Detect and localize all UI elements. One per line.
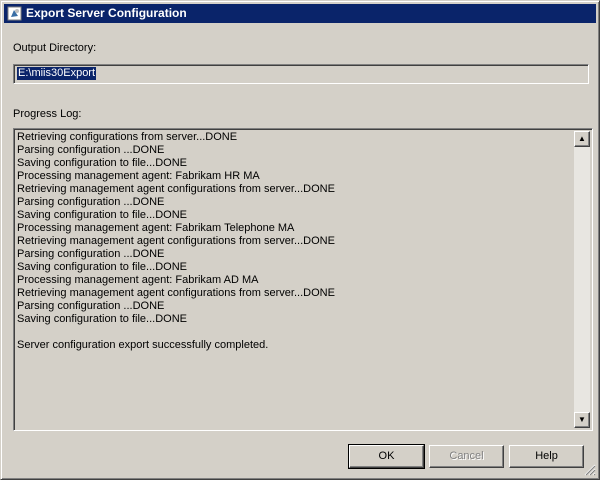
log-line: Saving configuration to file...DONE: [17, 261, 187, 273]
output-directory-value: E:\miis30Export: [17, 67, 97, 80]
log-line: Processing management agent: Fabrikam Te…: [17, 222, 295, 234]
log-line: Processing management agent: Fabrikam HR…: [17, 170, 260, 182]
export-server-configuration-dialog: Export Server Configuration Output Direc…: [0, 0, 600, 480]
log-line: Parsing configuration ...DONE: [17, 300, 165, 312]
output-directory-field[interactable]: E:\miis30Export: [13, 64, 589, 84]
log-scrollbar[interactable]: ▲ ▼: [574, 131, 590, 428]
log-line: Retrieving configurations from server...…: [17, 131, 238, 143]
scroll-down-arrow-icon[interactable]: ▼: [574, 412, 590, 428]
progress-log-area[interactable]: Retrieving configurations from server...…: [13, 128, 593, 431]
log-line: Parsing configuration ...DONE: [17, 144, 165, 156]
log-line: Retrieving management agent configuratio…: [17, 235, 335, 247]
log-line: Saving configuration to file...DONE: [17, 313, 187, 325]
title-bar[interactable]: Export Server Configuration: [4, 4, 596, 23]
log-line: Retrieving management agent configuratio…: [17, 287, 335, 299]
log-line: Server configuration export successfully…: [17, 339, 269, 351]
log-line: Retrieving management agent configuratio…: [17, 183, 335, 195]
log-line: Parsing configuration ...DONE: [17, 196, 165, 208]
ok-button-label: OK: [378, 450, 395, 462]
window-title: Export Server Configuration: [26, 6, 187, 20]
output-directory-label: Output Directory:: [13, 42, 97, 54]
ok-button[interactable]: OK: [348, 444, 425, 469]
progress-log-label: Progress Log:: [13, 108, 82, 120]
help-button[interactable]: Help: [509, 445, 584, 468]
log-line: Saving configuration to file...DONE: [17, 209, 187, 221]
help-button-label: Help: [535, 450, 558, 462]
log-line: [17, 326, 570, 339]
log-line: Parsing configuration ...DONE: [17, 248, 165, 260]
log-line: Saving configuration to file...DONE: [17, 157, 187, 169]
scroll-up-arrow-icon[interactable]: ▲: [574, 131, 590, 147]
cancel-button-label: Cancel: [449, 450, 484, 462]
progress-log-lines: Retrieving configurations from server...…: [17, 131, 570, 352]
app-icon: [7, 6, 22, 21]
resize-grip-icon[interactable]: [584, 464, 596, 476]
cancel-button[interactable]: Cancel: [429, 445, 504, 468]
log-line: Processing management agent: Fabrikam AD…: [17, 274, 259, 286]
